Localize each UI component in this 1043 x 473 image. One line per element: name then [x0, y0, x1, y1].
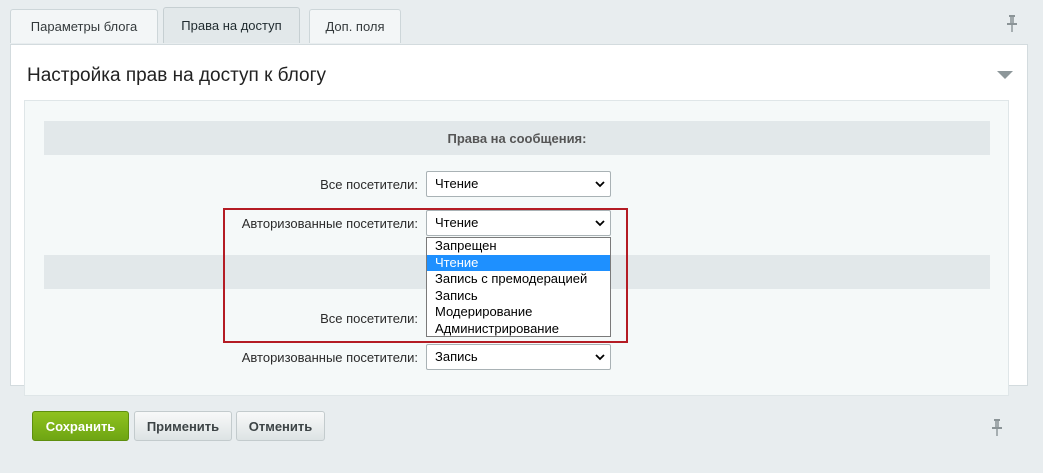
save-button[interactable]: Сохранить	[32, 411, 129, 441]
tab-extra-fields[interactable]: Доп. поля	[309, 9, 401, 43]
select-authorized-visitors[interactable]: Чтение	[426, 210, 611, 236]
dropdown-options-list: Запрещен Чтение Запись с премодерацией З…	[426, 237, 611, 337]
tab-access-rights[interactable]: Права на доступ	[163, 7, 300, 43]
option-administration[interactable]: Администрирование	[427, 321, 610, 338]
row-label-all-visitors: Все посетители:	[320, 311, 418, 326]
tab-label: Доп. поля	[325, 19, 385, 34]
pin-icon[interactable]	[1006, 15, 1018, 32]
row-label-authorized-visitors: Авторизованные посетители:	[241, 350, 418, 365]
option-forbidden[interactable]: Запрещен	[427, 238, 610, 255]
apply-button-label: Применить	[146, 418, 220, 434]
select-all-visitors[interactable]: Чтение	[426, 171, 611, 197]
option-read[interactable]: Чтение	[427, 254, 610, 271]
tab-blog-params[interactable]: Параметры блога	[10, 9, 158, 43]
option-moderation[interactable]: Модерирование	[427, 304, 610, 321]
section-header-label: Права на сообщения:	[447, 130, 587, 146]
select-value: Чтение	[435, 215, 479, 230]
row-label-authorized-visitors: Авторизованные посетители:	[241, 216, 418, 231]
select-authorized-visitors-comments[interactable]: Запись	[426, 344, 611, 370]
chevron-down-icon	[595, 354, 605, 361]
select-value: Чтение	[435, 176, 479, 191]
save-button-label: Сохранить	[45, 418, 116, 434]
chevron-down-icon	[595, 220, 605, 227]
collapse-arrow-icon[interactable]	[997, 71, 1013, 79]
tab-label: Параметры блога	[30, 19, 138, 34]
row-label-all-visitors: Все посетители:	[320, 177, 418, 192]
chevron-down-icon	[595, 181, 605, 188]
cancel-button[interactable]: Отменить	[236, 411, 325, 441]
apply-button[interactable]: Применить	[134, 411, 232, 441]
section-header-message-rights: Права на сообщения:	[44, 121, 990, 155]
tab-label: Права на доступ	[181, 18, 282, 33]
pin-icon[interactable]	[991, 419, 1003, 436]
option-write[interactable]: Запись	[427, 288, 610, 305]
cancel-button-label: Отменить	[248, 418, 313, 434]
option-write-premoderation[interactable]: Запись с премодерацией	[427, 271, 610, 288]
select-value: Запись	[435, 349, 478, 364]
panel-title: Настройка прав на доступ к блогу	[27, 65, 326, 86]
